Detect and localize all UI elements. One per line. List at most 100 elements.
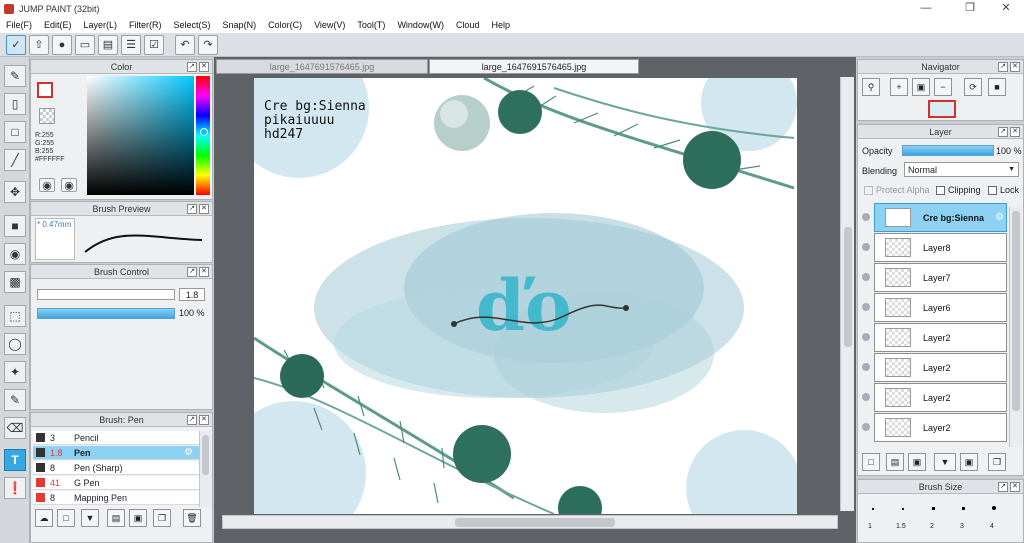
check-icon[interactable]: ✓ bbox=[6, 34, 26, 55]
scrollbar-thumb[interactable] bbox=[202, 435, 209, 475]
menu-layer[interactable]: Layer(L) bbox=[84, 20, 118, 30]
layer-opacity-slider[interactable] bbox=[902, 145, 994, 156]
zoom-in-icon[interactable]: + bbox=[890, 78, 908, 96]
eyedropper-tool-icon[interactable]: ❗ bbox=[4, 477, 26, 499]
line-tool-icon[interactable]: ╱ bbox=[4, 149, 26, 171]
speech-icon[interactable]: ▭ bbox=[75, 34, 95, 55]
float-icon[interactable]: ↗ bbox=[187, 204, 197, 214]
rotate-icon[interactable]: ⟳ bbox=[964, 78, 982, 96]
foreground-color-swatch[interactable] bbox=[37, 82, 53, 98]
protect-alpha-option[interactable]: Protect Alpha bbox=[864, 185, 930, 195]
menu-cloud[interactable]: Cloud bbox=[456, 20, 480, 30]
tab-document-1[interactable]: large_1647691576465.jpg bbox=[216, 59, 428, 74]
select-pen-tool-icon[interactable]: ✎ bbox=[4, 389, 26, 411]
folder-icon[interactable]: ▣ bbox=[129, 509, 147, 527]
size-dot[interactable] bbox=[872, 508, 874, 510]
menu-file[interactable]: File(F) bbox=[6, 20, 32, 30]
eraser-tool-icon[interactable]: ▯ bbox=[4, 93, 26, 115]
menu-select[interactable]: Select(S) bbox=[174, 20, 211, 30]
select-rect-tool-icon[interactable]: ⬚ bbox=[4, 305, 26, 327]
checklist-icon[interactable]: ☑ bbox=[144, 34, 164, 55]
gear-icon[interactable]: ⚙ bbox=[184, 447, 193, 458]
magic-wand-tool-icon[interactable]: ✦ bbox=[4, 361, 26, 383]
brush-size-value[interactable]: 1.8 bbox=[179, 288, 205, 301]
flip-icon[interactable]: ■ bbox=[988, 78, 1006, 96]
page-icon[interactable]: ▤ bbox=[98, 34, 118, 55]
duplicate-icon[interactable]: ❐ bbox=[988, 453, 1006, 471]
menu-help[interactable]: Help bbox=[491, 20, 510, 30]
undo-icon[interactable]: ↶ bbox=[175, 34, 195, 55]
float-icon[interactable]: ↗ bbox=[187, 267, 197, 277]
float-icon[interactable]: ↗ bbox=[187, 415, 197, 425]
cloud-download-icon[interactable]: ☁ bbox=[35, 509, 53, 527]
layer-row[interactable]: Layer2 bbox=[862, 383, 1007, 412]
menu-view[interactable]: View(V) bbox=[314, 20, 345, 30]
float-icon[interactable]: ↗ bbox=[998, 127, 1008, 137]
close-icon[interactable]: ✕ bbox=[199, 267, 209, 277]
brush-item-g-pen[interactable]: 41 G Pen bbox=[33, 476, 199, 490]
visibility-icon[interactable] bbox=[862, 213, 870, 221]
size-dot[interactable] bbox=[932, 507, 935, 510]
clipping-option[interactable]: Clipping bbox=[936, 185, 981, 195]
gear-icon[interactable]: ⚙ bbox=[995, 212, 1004, 223]
visibility-icon[interactable] bbox=[862, 273, 870, 281]
scrollbar-thumb[interactable] bbox=[455, 518, 615, 527]
transparent-swatch[interactable] bbox=[39, 108, 55, 124]
text-tool-icon[interactable]: T bbox=[4, 449, 26, 471]
brush-settings-icon[interactable]: ▤ bbox=[107, 509, 125, 527]
duplicate-icon[interactable]: ❐ bbox=[153, 509, 171, 527]
layer-row[interactable]: Layer2 bbox=[862, 413, 1007, 442]
size-dot[interactable] bbox=[902, 508, 904, 510]
close-icon[interactable]: ✕ bbox=[199, 204, 209, 214]
brush-item-pen[interactable]: 1.8 Pen ⚙ bbox=[33, 446, 199, 460]
menu-tool[interactable]: Tool(T) bbox=[357, 20, 385, 30]
saturation-value-picker[interactable] bbox=[87, 76, 194, 195]
fill-rect-tool-icon[interactable]: ■ bbox=[4, 215, 26, 237]
move-tool-icon[interactable]: ✥ bbox=[4, 181, 26, 203]
list-icon[interactable]: ☰ bbox=[121, 34, 141, 55]
menu-color[interactable]: Color(C) bbox=[268, 20, 302, 30]
close-icon[interactable]: ✕ bbox=[1010, 62, 1020, 72]
visibility-icon[interactable] bbox=[862, 363, 870, 371]
brush-tool-icon[interactable]: ✎ bbox=[4, 65, 26, 87]
scrollbar-thumb[interactable] bbox=[844, 227, 852, 347]
lasso-tool-icon[interactable]: ◯ bbox=[4, 333, 26, 355]
zoom-out-icon[interactable]: − bbox=[934, 78, 952, 96]
close-icon[interactable]: ✕ bbox=[992, 0, 1020, 17]
redo-icon[interactable]: ↷ bbox=[198, 34, 218, 55]
checkbox[interactable] bbox=[988, 185, 997, 195]
menu-window[interactable]: Window(W) bbox=[397, 20, 444, 30]
close-icon[interactable]: ✕ bbox=[1010, 127, 1020, 137]
artboard[interactable]: ďo Cre bg:Sienna pikaiuuuu hd247 bbox=[254, 78, 797, 514]
canvas-horizontal-scrollbar[interactable] bbox=[222, 515, 838, 529]
checkbox[interactable] bbox=[936, 185, 945, 195]
brush-opacity-slider[interactable] bbox=[37, 308, 175, 319]
brush-list-scrollbar[interactable] bbox=[199, 431, 211, 507]
visibility-icon[interactable] bbox=[862, 333, 870, 341]
new-layer-icon[interactable]: □ bbox=[862, 453, 880, 471]
checkbox[interactable] bbox=[864, 185, 873, 195]
visibility-icon[interactable] bbox=[862, 393, 870, 401]
gradient-tool-icon[interactable]: ▩ bbox=[4, 271, 26, 293]
trash-icon[interactable]: 🗑 bbox=[183, 509, 201, 527]
float-icon[interactable]: ↗ bbox=[998, 482, 1008, 492]
visibility-icon[interactable] bbox=[862, 423, 870, 431]
visibility-icon[interactable] bbox=[862, 303, 870, 311]
canvas-vertical-scrollbar[interactable] bbox=[840, 77, 854, 511]
tab-document-2[interactable]: large_1647691576465.jpg bbox=[429, 59, 639, 74]
brush-item-mapping-pen[interactable]: 8 Mapping Pen bbox=[33, 491, 199, 505]
menu-snap[interactable]: Snap(N) bbox=[223, 20, 257, 30]
layer-row[interactable]: Cre bg:Sienna ⚙ bbox=[862, 203, 1007, 232]
brush-size-slider[interactable] bbox=[37, 289, 175, 300]
size-dot[interactable] bbox=[962, 507, 965, 510]
menu-filter[interactable]: Filter(R) bbox=[129, 20, 162, 30]
restore-icon[interactable]: ❐ bbox=[956, 0, 984, 17]
palette-edit-icon[interactable]: ◉ bbox=[61, 178, 77, 192]
blending-select[interactable]: Normal ▼ bbox=[904, 162, 1019, 177]
navigator-thumbnail[interactable] bbox=[928, 100, 956, 118]
zoom-tool-icon[interactable]: ⚲ bbox=[862, 78, 880, 96]
folder-icon[interactable]: ▣ bbox=[960, 453, 978, 471]
palette-icon[interactable]: ◉ bbox=[39, 178, 55, 192]
layer-row[interactable]: Layer6 bbox=[862, 293, 1007, 322]
brush-item-pencil[interactable]: 3 Pencil bbox=[33, 431, 199, 445]
